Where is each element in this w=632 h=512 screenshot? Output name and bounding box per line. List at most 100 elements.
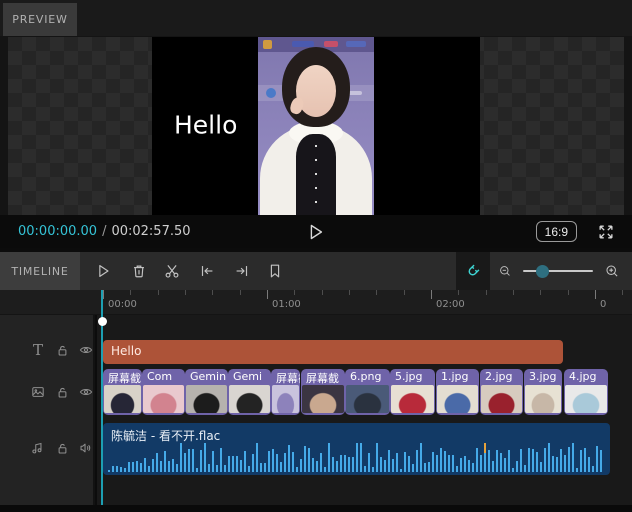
timeline-ruler[interactable]: 00:00 01:00 02:00 0 xyxy=(0,290,632,315)
split-scissors-icon[interactable] xyxy=(157,252,187,290)
tab-preview[interactable]: PREVIEW xyxy=(3,3,77,36)
aspect-ratio-button[interactable]: 16:9 xyxy=(535,221,577,242)
clip-label: Gemi xyxy=(233,370,263,383)
clip-label: 陈毓洁 - 看不开.flac xyxy=(111,429,221,443)
waveform-bar xyxy=(320,453,322,472)
image-clip-2[interactable]: Com xyxy=(142,369,185,415)
timeline-zoom-slider[interactable] xyxy=(523,252,593,290)
waveform-bar xyxy=(348,457,350,472)
waveform-bar xyxy=(152,459,154,472)
clip-thumbnail xyxy=(437,385,478,413)
ruler-minor-tick xyxy=(130,290,132,295)
waveform-bar xyxy=(444,451,446,472)
waveform-bar xyxy=(224,465,226,472)
waveform-bar xyxy=(368,453,370,472)
waveform-bar xyxy=(192,449,194,472)
ruler-minor-tick xyxy=(184,290,186,295)
waveform-bar xyxy=(256,443,258,472)
delete-icon[interactable] xyxy=(124,252,154,290)
waveform-bar xyxy=(416,450,418,472)
image-clip-6[interactable]: 屏幕截 xyxy=(301,369,345,415)
waveform-bar xyxy=(396,453,398,472)
waveform-bar xyxy=(556,457,558,472)
waveform-bar xyxy=(408,456,410,472)
waveform-bar xyxy=(188,449,190,472)
zoom-in-icon[interactable] xyxy=(598,252,626,290)
waveform-bar xyxy=(588,457,590,472)
waveform-bar xyxy=(552,456,554,472)
playhead-knob[interactable] xyxy=(97,317,107,326)
waveform-bar xyxy=(296,467,298,472)
audio-clip[interactable]: 陈毓洁 - 看不开.flac xyxy=(103,423,610,475)
waveform-bar xyxy=(356,443,358,472)
clip-label: 屏幕截 xyxy=(276,372,300,384)
waveform-bar xyxy=(120,467,122,472)
waveform-bar xyxy=(476,448,478,472)
waveform-bar xyxy=(272,449,274,472)
ruler-major-tick xyxy=(594,290,596,299)
image-clip-7[interactable]: 6.png xyxy=(345,369,390,415)
clip-thumbnail xyxy=(565,385,607,413)
waveform-bar xyxy=(332,457,334,472)
waveform-bar xyxy=(148,466,150,472)
image-clip-10[interactable]: 2.jpg xyxy=(480,369,523,415)
text-overlay[interactable]: Hello xyxy=(174,110,237,139)
waveform-bar xyxy=(480,455,482,472)
image-clip-1[interactable]: 屏幕截 xyxy=(103,369,142,415)
video-frame[interactable]: Hello xyxy=(152,37,480,215)
waveform-bar xyxy=(164,451,166,472)
waveform-bar xyxy=(456,466,458,472)
waveform-bar xyxy=(524,465,526,472)
image-clip-8[interactable]: 5.jpg xyxy=(390,369,435,415)
zoom-out-icon[interactable] xyxy=(492,252,518,290)
clips-layer: Hello 屏幕截ComGeminGemi屏幕截屏幕截6.png5.jpg1.j… xyxy=(0,315,632,505)
image-clip-5[interactable]: 屏幕截 xyxy=(271,369,300,415)
waveform-bar xyxy=(336,461,338,472)
preview-play-button[interactable] xyxy=(300,215,330,248)
playhead[interactable] xyxy=(97,290,107,505)
waveform-bar xyxy=(376,443,378,472)
waveform-bar xyxy=(576,468,578,472)
waveform-bar xyxy=(512,468,514,472)
snapping-magnet-icon[interactable] xyxy=(456,252,490,290)
waveform-bar xyxy=(316,461,318,472)
clip-thumbnail xyxy=(186,385,227,413)
waveform-bar xyxy=(212,451,214,472)
waveform-bar xyxy=(260,463,262,472)
play-icon[interactable] xyxy=(88,252,118,290)
waveform-bar xyxy=(592,466,594,472)
text-clip-hello[interactable]: Hello xyxy=(103,340,563,364)
tab-timeline[interactable]: TIMELINE xyxy=(0,252,80,290)
bottom-strip xyxy=(0,505,632,512)
clip-thumbnail xyxy=(302,385,344,413)
seek-start-icon[interactable] xyxy=(192,252,222,290)
ruler-minor-tick xyxy=(458,290,460,295)
ruler-minor-tick xyxy=(485,290,487,295)
clip-thumbnail xyxy=(104,385,141,413)
image-clip-9[interactable]: 1.jpg xyxy=(436,369,479,415)
zoom-slider-thumb[interactable] xyxy=(535,264,549,278)
clip-label: Hello xyxy=(111,344,142,358)
image-clip-12[interactable]: 4.jpg xyxy=(564,369,608,415)
waveform-bar xyxy=(352,457,354,472)
image-clip-3[interactable]: Gemin xyxy=(185,369,228,415)
waveform-bar xyxy=(172,459,174,472)
waveform-bar xyxy=(516,461,518,472)
ruler-major-tick xyxy=(430,290,432,299)
seek-end-icon[interactable] xyxy=(227,252,257,290)
image-clip-11[interactable]: 3.jpg xyxy=(524,369,562,415)
ruler-time-label: 00:00 xyxy=(108,299,137,310)
waveform-bar xyxy=(292,452,294,472)
image-clip-4[interactable]: Gemi xyxy=(228,369,271,415)
marker-bookmark-icon[interactable] xyxy=(260,252,290,290)
waveform-bar xyxy=(540,462,542,472)
waveform-bar xyxy=(384,460,386,472)
ruler-minor-tick xyxy=(622,290,624,295)
ruler-time-label: 02:00 xyxy=(435,299,465,310)
timecode-separator: / xyxy=(102,224,107,239)
timecode-total: 00:02:57.50 xyxy=(111,224,191,239)
ruler-minor-tick xyxy=(157,290,159,295)
waveform-bar xyxy=(280,462,282,472)
waveform-bar xyxy=(160,461,162,472)
fullscreen-icon[interactable] xyxy=(592,215,620,248)
